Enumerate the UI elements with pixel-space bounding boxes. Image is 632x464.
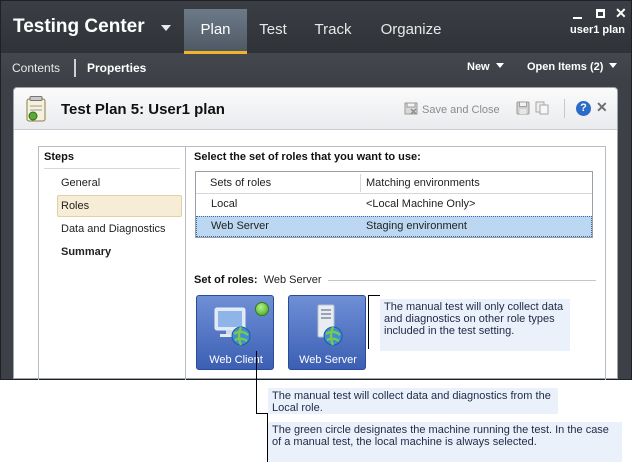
callout-server-leader-tick	[368, 295, 380, 296]
column-header-matching-environments[interactable]: Matching environments	[366, 172, 586, 194]
save-icon[interactable]	[516, 101, 530, 115]
page-title: Test Plan 5: User1 plan	[61, 101, 225, 118]
tab-test[interactable]: Test	[253, 9, 293, 54]
role-tile-web-client[interactable]: Web Client	[196, 295, 274, 370]
set-of-roles-divider	[328, 280, 596, 281]
steps-title: Steps	[44, 151, 74, 163]
set-of-roles-value: Web Server	[263, 274, 322, 286]
role-tile-label: Web Client	[209, 354, 263, 366]
environment-cell: Staging environment	[366, 220, 467, 232]
open-items-label: Open Items (2)	[527, 61, 604, 73]
set-of-roles-heading: Set of roles: Web Server	[194, 274, 322, 286]
table-row-selected[interactable]: Web Server Staging environment	[196, 216, 592, 237]
steps-divider	[44, 168, 180, 169]
table-row[interactable]: Local <Local Machine Only>	[196, 194, 592, 215]
callout-client: The manual test will collect data and di…	[268, 388, 558, 414]
callout-client-leader	[256, 351, 257, 413]
role-cell: Local	[211, 198, 238, 210]
close-icon[interactable]: ✕	[596, 99, 608, 116]
callout-green-circle: The green circle designates the machine …	[268, 422, 622, 462]
open-items-menu-button[interactable]: Open Items (2)	[527, 61, 618, 73]
web-client-icon	[214, 307, 251, 346]
step-general[interactable]: General	[57, 172, 182, 194]
callout-server: The manual test will only collect data a…	[380, 299, 570, 351]
step-summary[interactable]: Summary	[57, 241, 182, 263]
tab-organize[interactable]: Organize	[374, 9, 448, 54]
chevron-down-icon	[609, 63, 618, 68]
step-data-and-diagnostics[interactable]: Data and Diagnostics	[57, 218, 182, 240]
role-tile-web-server[interactable]: Web Server	[288, 295, 366, 370]
callout-server-leader	[368, 295, 369, 349]
header-separator	[564, 99, 565, 118]
roles-instruction: Select the set of roles that you want to…	[194, 151, 421, 163]
user-label: user1 plan	[570, 24, 626, 36]
role-cell: Web Server	[211, 220, 269, 232]
app-title: Testing Center	[13, 16, 145, 37]
set-of-roles-label: Set of roles:	[194, 274, 258, 286]
column-separator	[360, 174, 361, 192]
maximize-icon[interactable]	[596, 9, 605, 18]
app-menu-dropdown-icon[interactable]	[161, 25, 171, 31]
help-icon[interactable]: ?	[576, 101, 591, 116]
tab-plan[interactable]: Plan	[184, 9, 247, 54]
test-plan-icon	[26, 96, 46, 122]
save-and-close-label: Save and Close	[422, 104, 500, 116]
subnav-contents[interactable]: Contents	[12, 61, 60, 75]
subnav-properties[interactable]: Properties	[87, 61, 146, 75]
subnav-separator	[74, 59, 76, 77]
minimize-icon[interactable]	[573, 17, 582, 19]
roles-table: Sets of roles Matching environments Loca…	[195, 171, 593, 238]
chevron-down-icon	[495, 63, 504, 68]
new-menu-button[interactable]: New	[467, 61, 504, 73]
environment-cell: <Local Machine Only>	[366, 198, 476, 210]
steps-sidebar: Steps General Roles Data and Diagnostics…	[39, 147, 186, 380]
panel-header: Test Plan 5: User1 plan Save and Close ?…	[14, 88, 617, 130]
running-machine-icon	[255, 302, 269, 316]
copy-icon[interactable]	[535, 101, 549, 115]
web-server-icon	[317, 304, 343, 346]
tab-track[interactable]: Track	[310, 9, 356, 54]
window-close-icon[interactable]: ✕	[615, 5, 627, 22]
save-close-icon	[404, 102, 418, 115]
new-menu-label: New	[467, 61, 490, 73]
save-and-close-button[interactable]: Save and Close	[404, 102, 500, 116]
role-tile-label: Web Server	[299, 354, 357, 366]
step-roles[interactable]: Roles	[57, 195, 182, 217]
